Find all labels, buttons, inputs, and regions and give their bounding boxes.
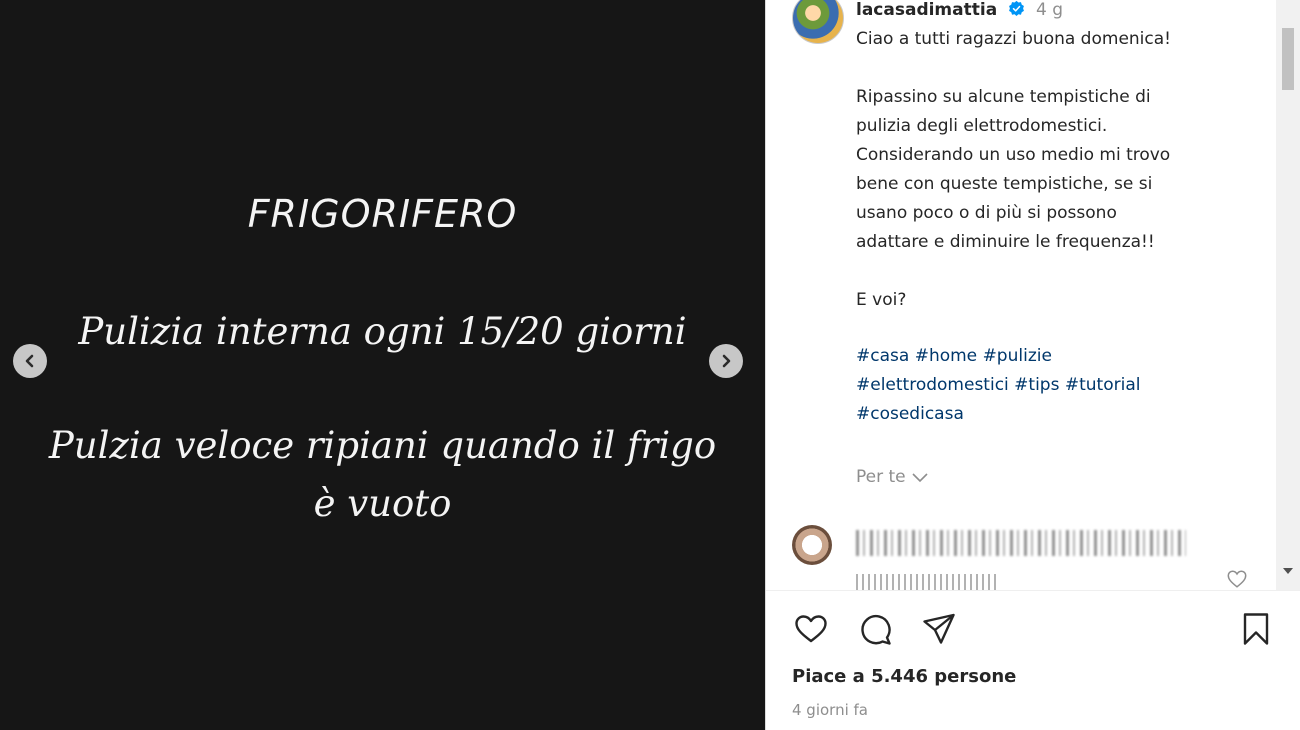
media-panel: FRIGORIFERO Pulizia interna ogni 15/20 g… [0, 0, 765, 730]
like-button[interactable] [792, 610, 830, 648]
post-side-panel: lacasadimattia 4 g Ciao a tutti ragazzi … [765, 0, 1300, 730]
post-actions-bar [766, 610, 1300, 654]
author-username[interactable]: lacasadimattia [856, 0, 997, 20]
scrollbar-thumb[interactable] [1282, 28, 1294, 90]
heart-icon [795, 615, 827, 643]
per-te-label: Per te [856, 467, 906, 487]
chevron-right-icon [722, 354, 731, 368]
bookmark-icon [1243, 613, 1269, 645]
hashtag-link[interactable]: #home [915, 346, 977, 366]
slide-heading: FRIGORIFERO [247, 192, 518, 236]
hashtag-link[interactable]: #elettrodomestici [856, 375, 1009, 395]
caption-header: lacasadimattia 4 g [856, 0, 1063, 25]
hashtag-link[interactable]: #casa [856, 346, 909, 366]
hashtag-link[interactable]: #pulizie [983, 346, 1052, 366]
slide-line-2: Pulzia veloce ripiani quando il frigo è … [48, 424, 717, 525]
per-te-dropdown[interactable]: Per te [856, 463, 928, 492]
verified-badge-icon [1008, 0, 1024, 16]
hashtag-link[interactable]: #tips [1014, 375, 1059, 395]
post-time-ago: 4 g [1035, 0, 1063, 20]
caption-line: E voi? [856, 290, 907, 310]
hashtag-link[interactable]: #tutorial [1065, 375, 1141, 395]
caption-line: Considerando un uso medio mi trovo [856, 145, 1171, 165]
obscured-comment-username [856, 530, 1186, 556]
author-avatar[interactable] [792, 0, 844, 44]
hashtag-list: #casa #home #pulizie #elettrodomestici #… [856, 342, 1140, 429]
previous-slide-button[interactable] [13, 344, 47, 378]
caption-line: bene con queste tempistiche, se si [856, 174, 1153, 194]
share-button[interactable] [920, 610, 958, 648]
caption-line: pulizia degli elettrodomestici. [856, 116, 1108, 136]
slide-line-1: Pulizia interna ogni 15/20 giorni [78, 310, 687, 353]
comment-heart-icon[interactable] [1226, 568, 1248, 590]
save-button[interactable] [1237, 610, 1275, 648]
comment-button[interactable] [856, 610, 894, 648]
section-divider [766, 590, 1300, 591]
scroll-down-arrow-icon[interactable] [1283, 568, 1293, 574]
scrollbar[interactable] [1276, 0, 1300, 590]
post-date[interactable]: 4 giorni fa [792, 701, 868, 719]
obscured-comment-text [856, 574, 996, 590]
comments-scroll-area[interactable]: lacasadimattia 4 g Ciao a tutti ragazzi … [766, 0, 1276, 590]
caption-line: Ciao a tutti ragazzi buona domenica! [856, 29, 1171, 49]
chevron-down-icon [912, 473, 928, 483]
caption-line: Ripassino su alcune tempistiche di [856, 87, 1151, 107]
comment-bubble-icon [861, 614, 891, 645]
next-slide-button[interactable] [709, 344, 743, 378]
caption-line: adattare e diminuire le frequenza!! [856, 232, 1155, 252]
chevron-left-icon [25, 354, 34, 368]
commenter-avatar[interactable] [792, 525, 832, 565]
likes-count[interactable]: Piace a 5.446 persone [792, 666, 1016, 687]
paper-plane-icon [923, 613, 955, 644]
caption-line: usano poco o di più si possono [856, 203, 1117, 223]
hashtag-link[interactable]: #cosedicasa [856, 404, 964, 424]
